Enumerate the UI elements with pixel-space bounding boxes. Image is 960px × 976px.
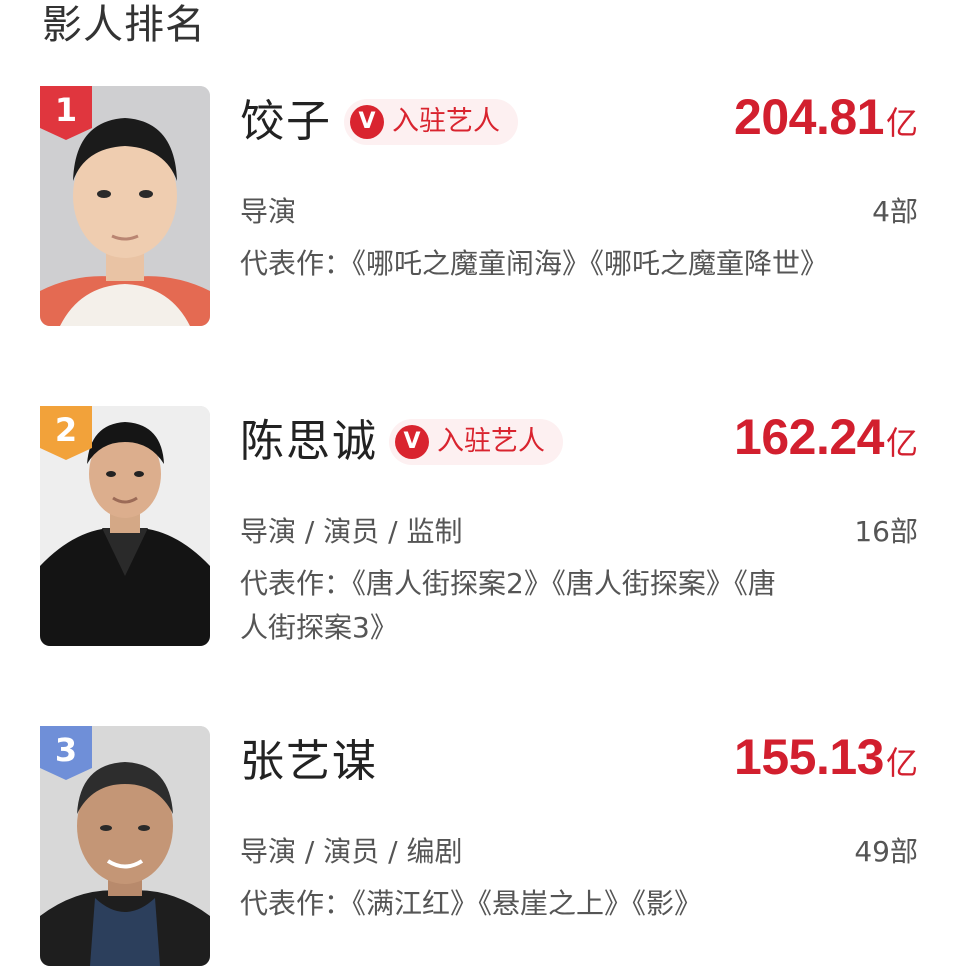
roles: 导演 / 演员 / 编剧 [240, 835, 463, 868]
verified-tag-label: 入驻艺人 [437, 426, 545, 457]
artist-name[interactable]: 饺子 [240, 94, 332, 150]
verified-v-icon: V [395, 425, 429, 459]
box-office: 204.81 亿 [734, 88, 918, 146]
box-office-value: 155.13 [734, 729, 884, 785]
rank-badge: 1 [40, 86, 92, 140]
box-office-unit: 亿 [885, 104, 918, 142]
artist-name[interactable]: 陈思诚 [240, 414, 378, 470]
box-office-unit: 亿 [885, 424, 918, 462]
artist-name[interactable]: 张艺谋 [240, 734, 378, 790]
roles: 导演 / 演员 / 监制 [240, 515, 463, 548]
rank-badge: 2 [40, 406, 92, 460]
rank-number: 2 [54, 411, 78, 449]
verified-artist-tag: V 入驻艺人 [389, 419, 563, 465]
works-count: 4部 [872, 195, 918, 228]
rank-number: 1 [54, 91, 78, 129]
rank-number: 3 [54, 731, 78, 769]
works-count: 49部 [854, 835, 918, 868]
rank-badge: 3 [40, 726, 92, 780]
works-count: 16部 [854, 515, 918, 548]
box-office: 155.13 亿 [734, 728, 918, 786]
ranking-item-1[interactable]: 1 饺子 V 入驻艺人 204.81 亿 导演 4部 代表作：《哪吒之魔童闹海》《… [0, 86, 960, 336]
verified-v-icon: V [350, 105, 384, 139]
box-office: 162.24 亿 [734, 408, 918, 466]
ranking-item-3[interactable]: 3 张艺谋 155.13 亿 导演 / 演员 / 编剧 49部 代表作：《满江红》… [0, 726, 960, 976]
representative-works: 代表作：《满江红》《悬崖之上》《影》 [240, 887, 703, 920]
roles: 导演 [240, 195, 297, 228]
verified-artist-tag: V 入驻艺人 [344, 99, 518, 145]
ranking-item-2[interactable]: 2 陈思诚 V 入驻艺人 162.24 亿 导演 / 演员 / 监制 16部 代表… [0, 406, 960, 656]
page-title: 影人排名 [42, 2, 206, 48]
representative-works: 代表作：《哪吒之魔童闹海》《哪吒之魔童降世》 [240, 247, 829, 280]
verified-tag-label: 入驻艺人 [392, 106, 500, 137]
box-office-value: 204.81 [734, 89, 884, 145]
box-office-value: 162.24 [734, 409, 884, 465]
representative-works: 代表作：《唐人街探案2》《唐人街探案》《唐人街探案3》 [240, 567, 776, 644]
box-office-unit: 亿 [885, 744, 918, 782]
